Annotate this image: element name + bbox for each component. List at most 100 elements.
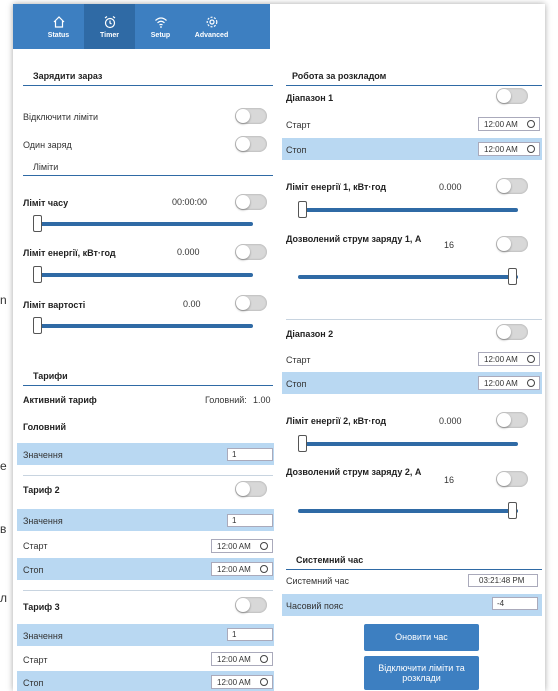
system-time-label: Системний час <box>286 576 349 586</box>
time-limit-slider[interactable] <box>33 222 253 226</box>
tariff2-value-input[interactable]: 1 <box>227 514 273 527</box>
top-nav: Status Timer Setup Advanced <box>13 4 270 49</box>
range1-energy-slider-thumb[interactable] <box>298 201 307 218</box>
active-tariff-name: Головний: <box>205 395 247 405</box>
tariff3-toggle[interactable] <box>235 597 267 613</box>
clock-icon <box>260 655 268 663</box>
cost-limit-toggle[interactable] <box>235 295 267 311</box>
energy-limit-toggle[interactable] <box>235 244 267 260</box>
background-char: n <box>0 293 7 307</box>
range1-stop-label: Стоп <box>286 145 307 155</box>
range1-current-value: 16 <box>444 240 455 250</box>
timezone-label: Часовий пояс <box>286 601 344 611</box>
disable-limits-toggle[interactable] <box>235 108 267 124</box>
range2-current-toggle[interactable] <box>496 471 528 487</box>
range2-energy-slider[interactable] <box>298 442 518 446</box>
tariff2-value-label: Значення <box>23 516 63 526</box>
range1-title: Діапазон 1 <box>286 93 334 103</box>
timezone-input[interactable]: -4 <box>492 597 538 610</box>
nav-label: Timer <box>100 31 119 39</box>
tariff3-title: Тариф 3 <box>23 602 60 612</box>
range1-current-toggle[interactable] <box>496 236 528 252</box>
energy-limit-slider[interactable] <box>33 273 253 277</box>
divider <box>286 569 542 570</box>
range1-stop-input[interactable]: 12:00 AM <box>478 142 540 156</box>
range2-toggle[interactable] <box>496 324 528 340</box>
section-title: Робота за розкладом <box>292 71 387 81</box>
main-value-label: Значення <box>23 450 63 460</box>
time-value: 12:00 AM <box>217 564 251 574</box>
time-value: 12:00 AM <box>484 354 518 364</box>
clock-icon <box>260 542 268 550</box>
range2-current-slider-thumb[interactable] <box>508 502 517 519</box>
range2-current-slider[interactable] <box>298 509 518 513</box>
tariff3-value-input[interactable]: 1 <box>227 628 273 641</box>
range1-current-label: Дозволений струм заряду 1, А <box>286 234 422 244</box>
gear-icon <box>206 16 217 27</box>
range1-energy-slider[interactable] <box>298 208 518 212</box>
range2-stop-input[interactable]: 12:00 AM <box>478 376 540 390</box>
range2-energy-slider-thumb[interactable] <box>298 435 307 452</box>
divider <box>23 590 273 591</box>
clock-icon <box>260 678 268 686</box>
range1-energy-value: 0.000 <box>439 182 462 192</box>
nav-label: Setup <box>150 31 171 39</box>
range1-toggle[interactable] <box>496 88 528 104</box>
disable-limits-schedules-button[interactable]: Відключити ліміти та розклади <box>364 656 479 690</box>
section-title: Тарифи <box>33 371 68 381</box>
energy-limit-label: Ліміт енергії, кВт·год <box>23 248 116 258</box>
range1-energy-label: Ліміт енергії 1, кВт·год <box>286 182 387 192</box>
active-tariff-value: 1.00 <box>253 395 271 405</box>
range1-energy-toggle[interactable] <box>496 178 528 194</box>
nav-timer[interactable]: Timer <box>84 4 135 49</box>
tariff2-start-label: Старт <box>23 541 48 551</box>
background-char: в <box>0 522 7 536</box>
tariff2-start-input[interactable]: 12:00 AM <box>211 539 273 553</box>
range1-current-slider[interactable] <box>298 275 518 279</box>
tariff2-stop-label: Стоп <box>23 565 44 575</box>
tariff2-title: Тариф 2 <box>23 485 60 495</box>
tariff3-start-input[interactable]: 12:00 AM <box>211 652 273 666</box>
time-limit-slider-thumb[interactable] <box>33 215 42 232</box>
background-char: e <box>0 459 7 473</box>
nav-status[interactable]: Status <box>33 4 84 49</box>
divider <box>286 319 542 320</box>
time-value: 12:00 AM <box>484 144 518 154</box>
cost-limit-value: 0.00 <box>183 299 201 309</box>
tariff3-stop-input[interactable]: 12:00 AM <box>211 675 273 689</box>
divider <box>23 385 273 386</box>
energy-limit-value: 0.000 <box>177 247 200 257</box>
range2-energy-value: 0.000 <box>439 416 462 426</box>
system-time-input[interactable]: 03:21:48 PM <box>468 574 538 587</box>
range2-energy-toggle[interactable] <box>496 412 528 428</box>
disable-limits-label: Відключити ліміти <box>23 112 99 122</box>
time-value: 12:00 AM <box>217 541 251 551</box>
main-value-input[interactable]: 1 <box>227 448 273 461</box>
cost-limit-slider-thumb[interactable] <box>33 317 42 334</box>
clock-icon <box>527 379 535 387</box>
tariff3-value-label: Значення <box>23 631 63 641</box>
time-value: 12:00 AM <box>217 677 251 687</box>
time-limit-label: Ліміт часу <box>23 198 69 208</box>
range1-current-slider-thumb[interactable] <box>508 268 517 285</box>
time-value: 12:00 AM <box>484 119 518 129</box>
clock-icon <box>527 355 535 363</box>
home-icon <box>53 15 64 28</box>
tariff3-stop-label: Стоп <box>23 678 44 688</box>
cost-limit-label: Ліміт вартості <box>23 300 86 310</box>
nav-setup[interactable]: Setup <box>135 4 186 49</box>
one-charge-toggle[interactable] <box>235 136 267 152</box>
energy-limit-slider-thumb[interactable] <box>33 266 42 283</box>
update-time-button[interactable]: Оновити час <box>364 624 479 651</box>
range1-start-input[interactable]: 12:00 AM <box>478 117 540 131</box>
tariff2-stop-input[interactable]: 12:00 AM <box>211 562 273 576</box>
nav-advanced[interactable]: Advanced <box>186 4 237 49</box>
section-title: Системний час <box>296 555 364 565</box>
time-limit-toggle[interactable] <box>235 194 267 210</box>
range2-start-input[interactable]: 12:00 AM <box>478 352 540 366</box>
app-window: Status Timer Setup Advanced Зарядити зар… <box>13 4 545 691</box>
cost-limit-slider[interactable] <box>33 324 253 328</box>
time-value: 12:00 AM <box>217 654 251 664</box>
tariff2-toggle[interactable] <box>235 481 267 497</box>
main-tariff-title: Головний <box>23 422 67 432</box>
